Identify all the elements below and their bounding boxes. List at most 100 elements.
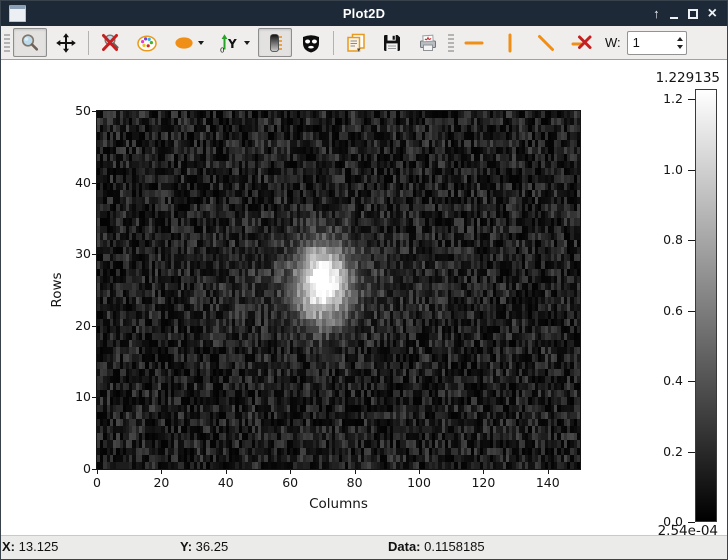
horizontal-line-icon <box>463 32 485 54</box>
shade-button[interactable]: ↑ <box>653 1 660 26</box>
x-axis-label: Columns <box>278 496 399 512</box>
y-tick-label: 30 <box>61 246 91 262</box>
x-tick-mark <box>355 469 356 474</box>
zoom-mode-button[interactable] <box>13 28 47 57</box>
profile-toolbar-grip[interactable] <box>447 32 455 54</box>
palette-icon <box>136 32 158 54</box>
close-button[interactable]: × <box>708 1 717 26</box>
x-tick-label: 140 <box>528 475 568 490</box>
x-tick-label: 40 <box>206 475 246 490</box>
profile-width-label: W: <box>605 35 621 50</box>
clear-profile-icon <box>571 32 593 54</box>
copy-icon <box>345 32 367 54</box>
plot-area: Columns Rows 1.229135 2.54e-04 020406080… <box>1 60 727 535</box>
window-icon <box>9 5 26 22</box>
y-tick-label: 20 <box>61 318 91 334</box>
colorbar-tick-label: 0.8 <box>655 232 683 248</box>
colorbar-toggle-button[interactable] <box>258 28 292 57</box>
colorbar-tick-label: 0.2 <box>655 444 683 460</box>
copy-button[interactable] <box>339 28 373 57</box>
colorbar-tick-label: 0.6 <box>655 303 683 319</box>
svg-text:Y: Y <box>227 37 237 51</box>
vertical-profile-button[interactable] <box>493 28 527 57</box>
status-y-label: Y: <box>180 539 192 554</box>
zoom-reset-button[interactable] <box>94 28 128 57</box>
x-tick-label: 80 <box>335 475 375 490</box>
x-tick-label: 100 <box>399 475 439 490</box>
line-profile-button[interactable] <box>529 28 563 57</box>
y-axis-label: Rows <box>49 260 65 320</box>
plot-toolbar: 0 Y <box>1 26 727 60</box>
minimize-button[interactable] <box>670 17 678 19</box>
chevron-down-icon <box>198 41 204 45</box>
spin-down-button[interactable] <box>677 45 683 49</box>
toolbar-grip[interactable] <box>3 32 11 54</box>
y-tick-mark <box>92 326 97 327</box>
pan-icon <box>55 32 77 54</box>
colormap-button[interactable] <box>130 28 164 57</box>
status-data-value: 0.1158185 <box>424 539 485 554</box>
clear-profile-button[interactable] <box>565 28 599 57</box>
y-tick-label: 0 <box>61 461 91 477</box>
toolbar-separator <box>333 31 334 55</box>
colorbar-max-label: 1.229135 <box>620 70 720 86</box>
spin-up-button[interactable] <box>677 37 683 41</box>
y-tick-mark <box>92 254 97 255</box>
grip-icon <box>4 33 11 53</box>
y-axis-orientation-button[interactable]: 0 Y <box>212 28 256 57</box>
colorbar-tick-label: 0.4 <box>655 373 683 389</box>
status-data: Data: 0.1158185 <box>388 536 485 558</box>
print-button[interactable] <box>411 28 445 57</box>
status-y-value: 36.25 <box>196 539 229 554</box>
profile-width-input[interactable] <box>628 35 667 50</box>
colorbar-tick-mark <box>688 522 695 523</box>
status-y: Y: 36.25 <box>180 536 228 558</box>
x-tick-mark <box>226 469 227 474</box>
y-tick-mark <box>92 397 97 398</box>
y-tick-label: 40 <box>61 175 91 191</box>
zoom-reset-icon <box>100 32 122 54</box>
x-tick-mark <box>548 469 549 474</box>
mask-tool-button[interactable] <box>294 28 328 57</box>
colorbar-tick-label: 0.0 <box>655 514 683 530</box>
aspect-ratio-button[interactable] <box>166 28 210 57</box>
x-tick-mark <box>483 469 484 474</box>
titlebar[interactable]: Plot2D ↑ × <box>1 1 727 26</box>
pan-mode-button[interactable] <box>49 28 83 57</box>
x-tick-label: 0 <box>77 475 117 490</box>
statusbar: X: 13.125 Y: 36.25 Data: 0.1158185 <box>1 535 727 559</box>
y-tick-label: 50 <box>61 103 91 119</box>
magnifier-icon <box>19 32 41 54</box>
print-icon <box>417 32 439 54</box>
grip-icon <box>448 33 455 53</box>
colorbar-tick-mark <box>688 99 695 100</box>
diagonal-line-icon <box>535 32 557 54</box>
status-x-label: X: <box>2 539 15 554</box>
y-tick-mark <box>92 183 97 184</box>
x-tick-label: 20 <box>141 475 181 490</box>
image-plot[interactable] <box>97 111 580 469</box>
status-data-label: Data: <box>388 539 421 554</box>
x-tick-mark <box>97 469 98 474</box>
vertical-line-icon <box>499 32 521 54</box>
profile-width-spinbox[interactable] <box>627 31 687 55</box>
save-button[interactable] <box>375 28 409 57</box>
x-tick-mark <box>161 469 162 474</box>
window-title: Plot2D <box>1 6 727 21</box>
x-tick-label: 60 <box>270 475 310 490</box>
colorbar-tick-label: 1.0 <box>655 162 683 178</box>
x-tick-mark <box>290 469 291 474</box>
colorbar-tick-mark <box>688 381 695 382</box>
horizontal-profile-button[interactable] <box>457 28 491 57</box>
status-x: X: 13.125 <box>2 536 58 558</box>
mask-icon <box>300 32 322 54</box>
colorbar-tick-label: 1.2 <box>655 91 683 107</box>
colorbar[interactable] <box>695 89 717 522</box>
y-tick-label: 10 <box>61 389 91 405</box>
colorbar-icon <box>264 32 286 54</box>
y-tick-mark <box>92 469 97 470</box>
maximize-button[interactable] <box>688 9 698 19</box>
colorbar-tick-mark <box>688 170 695 171</box>
ellipse-icon <box>173 32 195 54</box>
save-icon <box>381 32 403 54</box>
